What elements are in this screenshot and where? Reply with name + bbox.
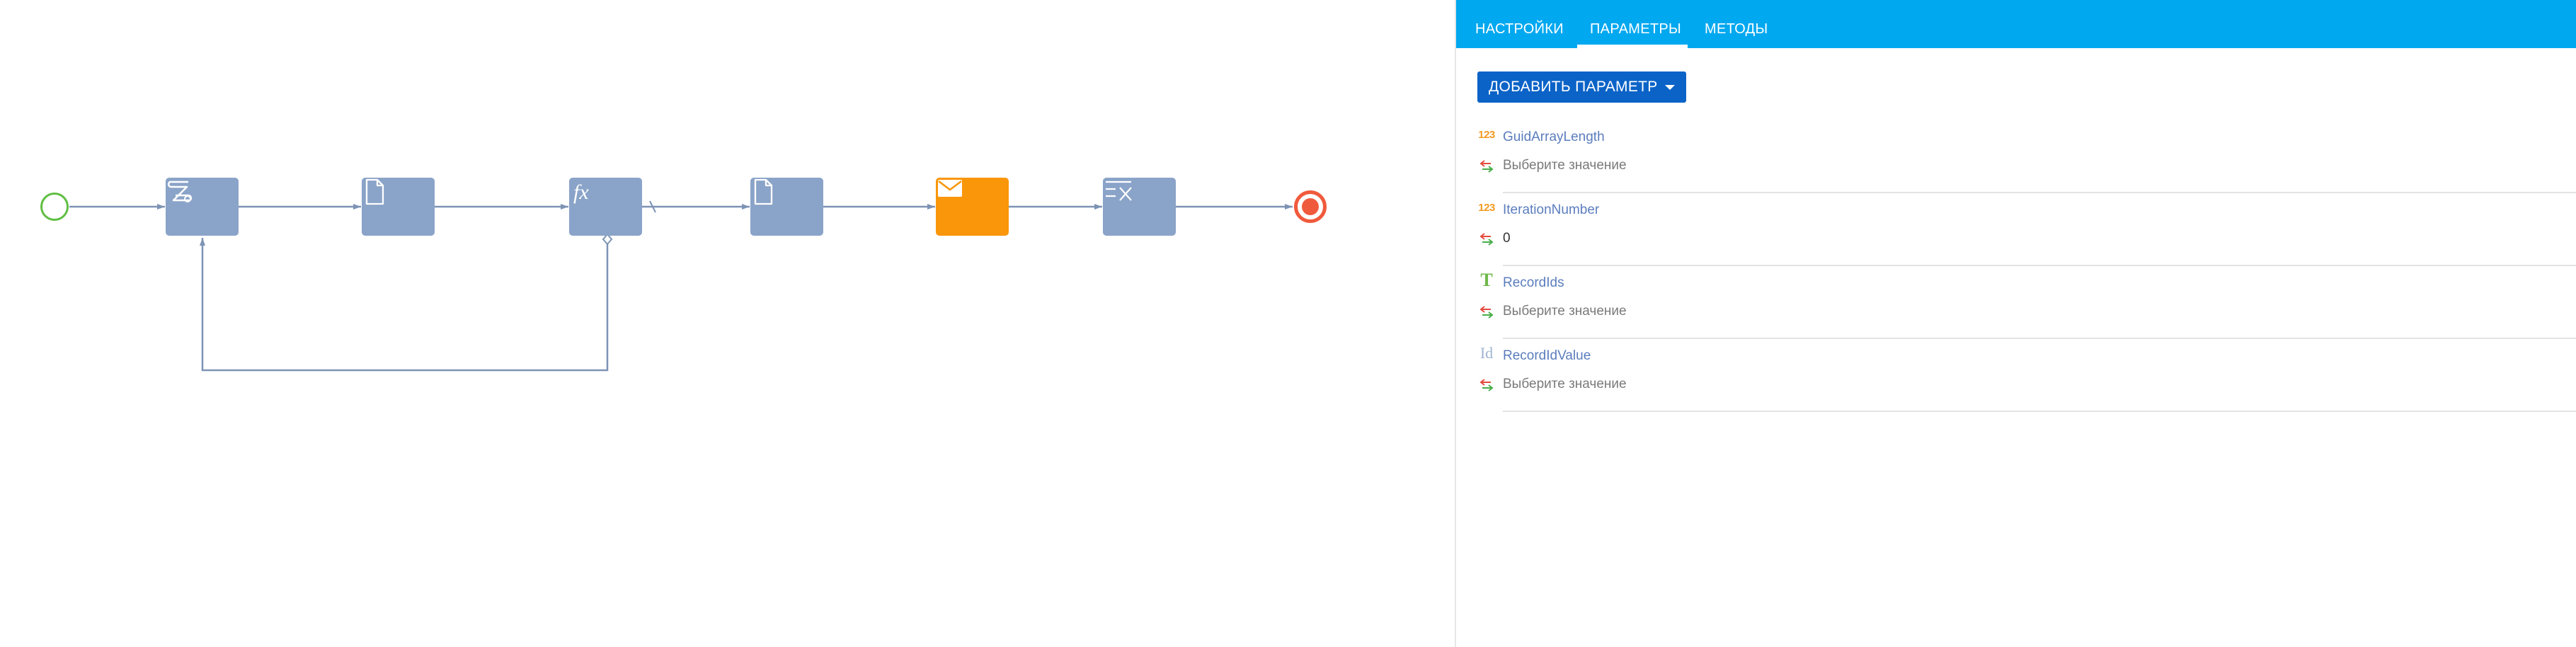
parameter-value-field[interactable]: 0 (1503, 231, 1511, 246)
formula-node[interactable]: fx (569, 178, 642, 236)
integer-type-icon: 123 (1478, 201, 1495, 214)
parameter-name[interactable]: RecordIds (1503, 275, 1564, 291)
divider (1503, 338, 2576, 339)
parameter-value-field[interactable]: Выберите значение (1503, 158, 1627, 173)
divider (1503, 192, 2576, 193)
parameter-item: 123 IterationNumber 0 (1477, 198, 2576, 271)
process-designer-canvas[interactable]: fx (0, 0, 1455, 647)
envelope-icon (938, 180, 962, 197)
start-event-icon[interactable] (40, 193, 69, 221)
parameter-item: Id RecordIdValue Выберите значение (1477, 344, 2576, 417)
panel-tab-bar: НАСТРОЙКИ ПАРАМЕТРЫ МЕТОДЫ (1456, 0, 2576, 48)
add-parameter-label: ДОБАВИТЬ ПАРАМЕТР (1489, 79, 1658, 95)
parameter-name[interactable]: GuidArrayLength (1503, 130, 1605, 145)
conditional-flow-marker (602, 233, 613, 246)
sequence-flows (69, 200, 1293, 372)
script-task-node[interactable] (166, 178, 239, 236)
mapping-icon[interactable] (1477, 157, 1496, 176)
text-type-icon: T (1480, 270, 1493, 290)
user-task-node[interactable] (362, 178, 435, 236)
delete-data-node[interactable] (1103, 178, 1176, 236)
formula-icon: fx (573, 181, 589, 204)
tab-settings[interactable]: НАСТРОЙКИ (1475, 0, 1564, 48)
script-icon (167, 181, 193, 202)
send-email-node[interactable] (936, 178, 1009, 236)
parameter-name[interactable]: RecordIdValue (1503, 348, 1591, 364)
properties-panel: НАСТРОЙКИ ПАРАМЕТРЫ МЕТОДЫ ДОБАВИТЬ ПАРА… (1455, 0, 2576, 647)
add-parameter-button[interactable]: ДОБАВИТЬ ПАРАМЕТР (1477, 71, 1686, 103)
delete-data-icon (1106, 181, 1132, 201)
parameter-item: 123 GuidArrayLength Выберите значение (1477, 125, 2576, 198)
document-icon (365, 178, 384, 205)
mapping-icon[interactable] (1477, 303, 1496, 321)
tab-methods[interactable]: МЕТОДЫ (1705, 0, 1768, 48)
user-task-node[interactable] (750, 178, 823, 236)
parameter-value-field[interactable]: Выберите значение (1503, 377, 1627, 392)
flow-loop-back (200, 238, 609, 372)
divider (1503, 265, 2576, 266)
id-type-icon: Id (1479, 344, 1494, 362)
parameter-value-field[interactable]: Выберите значение (1503, 304, 1627, 319)
parameter-name[interactable]: IterationNumber (1503, 202, 1599, 218)
mapping-icon[interactable] (1477, 230, 1496, 248)
divider (1503, 411, 2576, 412)
parameter-item: T RecordIds Выберите значение (1477, 270, 2576, 344)
tab-parameters[interactable]: ПАРАМЕТРЫ (1576, 0, 1688, 48)
caret-down-icon (1664, 84, 1675, 90)
mapping-icon[interactable] (1477, 376, 1496, 394)
document-icon (754, 178, 773, 205)
integer-type-icon: 123 (1478, 128, 1495, 141)
svg-text:fx: fx (573, 181, 589, 204)
end-event-icon[interactable] (1294, 190, 1327, 223)
